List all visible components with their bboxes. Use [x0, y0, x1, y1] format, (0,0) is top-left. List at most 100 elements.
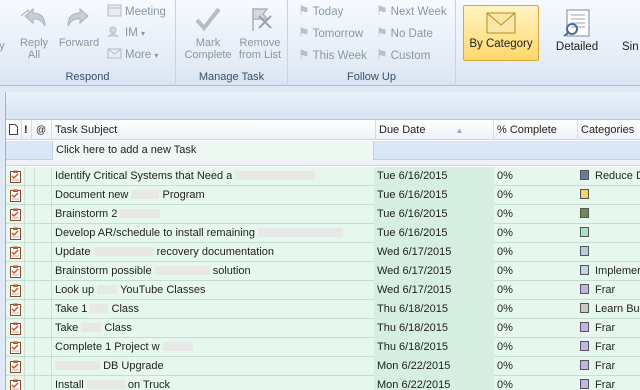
task-category[interactable]: Frar: [580, 376, 640, 390]
task-percent-complete[interactable]: 0%: [497, 205, 577, 224]
task-row[interactable]: Take 1 Class Thu 6/18/2015 0% Learn Bu: [6, 300, 640, 319]
icon-column-header[interactable]: [6, 120, 22, 140]
task-percent-complete[interactable]: 0%: [497, 167, 577, 186]
task-percent-complete[interactable]: 0%: [497, 357, 577, 376]
by-category-view-button[interactable]: By Category: [463, 5, 539, 61]
task-due-date[interactable]: Wed 6/17/2015: [374, 281, 494, 300]
task-row[interactable]: Take Class Thu 6/18/2015 0% Frar: [6, 319, 640, 338]
row-divider: [34, 224, 35, 242]
task-due-date[interactable]: Tue 6/16/2015: [374, 167, 494, 186]
task-percent-complete[interactable]: 0%: [497, 319, 577, 338]
task-subject[interactable]: Brainstorm 2: [55, 205, 373, 224]
task-row[interactable]: Identify Critical Systems that Need a Tu…: [6, 167, 640, 186]
task-category[interactable]: [580, 243, 640, 262]
reply-all-button[interactable]: Reply All: [14, 4, 54, 61]
task-subject[interactable]: Take Class: [55, 319, 373, 338]
task-percent-complete[interactable]: 0%: [497, 262, 577, 281]
task-due-date[interactable]: Tue 6/16/2015: [374, 205, 494, 224]
task-row[interactable]: Look up YouTube Classes Wed 6/17/2015 0%…: [6, 281, 640, 300]
task-due-date[interactable]: Mon 6/22/2015: [374, 357, 494, 376]
task-percent-complete[interactable]: 0%: [497, 338, 577, 357]
remove-from-list-button[interactable]: Remove from List: [234, 4, 286, 61]
task-due-date[interactable]: Thu 6/18/2015: [374, 338, 494, 357]
task-category[interactable]: Frar: [580, 357, 640, 376]
task-row[interactable]: Complete 1 Project w Thu 6/18/2015 0% Fr…: [6, 338, 640, 357]
row-divider: [34, 205, 35, 223]
task-category[interactable]: Learn Bu: [580, 300, 640, 319]
detailed-view-button[interactable]: Detailed: [548, 5, 606, 53]
task-category[interactable]: [580, 205, 640, 224]
meeting-button[interactable]: Meeting: [107, 2, 166, 22]
forward-button[interactable]: Forward: [56, 4, 102, 49]
task-due-date[interactable]: Thu 6/18/2015: [374, 319, 494, 338]
importance-column-header[interactable]: !: [22, 120, 32, 140]
task-subject[interactable]: Take 1 Class: [55, 300, 373, 319]
task-subject-column-header[interactable]: Task Subject: [52, 120, 376, 140]
custom-flag-button[interactable]: ⚑ Custom: [376, 45, 430, 65]
task-due-date[interactable]: Tue 6/16/2015: [374, 224, 494, 243]
today-flag-button[interactable]: ⚑ Today: [298, 1, 343, 21]
task-row[interactable]: Document new Program Tue 6/16/2015 0%: [6, 186, 640, 205]
respond-group-label: Respond: [65, 71, 110, 83]
row-divider: [24, 319, 25, 337]
attachment-column-header[interactable]: @: [32, 120, 52, 140]
task-percent-complete[interactable]: 0%: [497, 224, 577, 243]
percent-complete-column-header[interactable]: % Complete: [494, 120, 578, 140]
task-row[interactable]: Brainstorm 2 Tue 6/16/2015 0%: [6, 205, 640, 224]
task-category[interactable]: Frar: [580, 319, 640, 338]
task-subject[interactable]: Install on Truck: [55, 376, 373, 390]
redacted-text: [258, 228, 344, 237]
task-percent-complete[interactable]: 0%: [497, 281, 577, 300]
task-due-date[interactable]: Wed 6/17/2015: [374, 243, 494, 262]
task-category[interactable]: Frar: [580, 338, 640, 357]
task-subject[interactable]: Brainstorm possible solution: [55, 262, 373, 281]
task-category[interactable]: [580, 186, 640, 205]
task-due-date[interactable]: Mon 6/22/2015: [374, 376, 494, 390]
task-due-date[interactable]: Thu 6/18/2015: [374, 300, 494, 319]
im-button[interactable]: IM ▾: [107, 23, 145, 43]
mark-complete-button[interactable]: Mark Complete: [180, 4, 236, 61]
reply-button-partial[interactable]: y: [0, 40, 8, 52]
task-row[interactable]: Develop AR/schedule to install remaining…: [6, 224, 640, 243]
task-category[interactable]: Frar: [580, 281, 640, 300]
next-week-flag-button[interactable]: ⚑ Next Week: [376, 1, 447, 21]
task-percent-complete[interactable]: 0%: [497, 243, 577, 262]
more-button[interactable]: More ▾: [107, 45, 158, 65]
task-category[interactable]: [580, 224, 640, 243]
task-percent-complete[interactable]: 0%: [497, 300, 577, 319]
new-task-input[interactable]: Click here to add a new Task: [52, 141, 374, 160]
task-category-label: Frar: [595, 284, 616, 296]
task-percent-complete[interactable]: 0%: [497, 186, 577, 205]
task-category[interactable]: Implemer: [580, 262, 640, 281]
task-due-date[interactable]: Wed 6/17/2015: [374, 262, 494, 281]
task-percent-complete[interactable]: 0%: [497, 376, 577, 390]
task-subject[interactable]: Develop AR/schedule to install remaining: [55, 224, 373, 243]
task-subject[interactable]: Look up YouTube Classes: [55, 281, 373, 300]
tomorrow-flag-button[interactable]: ⚑ Tomorrow: [298, 23, 363, 43]
no-date-flag-button[interactable]: ⚑ No Date: [376, 23, 433, 43]
task-subject[interactable]: Update recovery documentation: [55, 243, 373, 262]
this-week-flag-button[interactable]: ⚑ This Week: [298, 45, 367, 65]
task-subject-text: Look up: [55, 284, 95, 296]
task-subject[interactable]: Complete 1 Project w: [55, 338, 373, 357]
task-subject[interactable]: DB Upgrade: [55, 357, 373, 376]
row-divider: [51, 357, 52, 375]
task-row[interactable]: DB Upgrade Mon 6/22/2015 0% Frar: [6, 357, 640, 376]
row-divider: [51, 300, 52, 318]
simple-list-view-button[interactable]: Sin: [622, 41, 640, 53]
task-subject[interactable]: Identify Critical Systems that Need a: [55, 167, 373, 186]
custom-label: Custom: [390, 50, 431, 62]
task-row[interactable]: Update recovery documentation Wed 6/17/2…: [6, 243, 640, 262]
row-divider: [24, 281, 25, 299]
new-task-row[interactable]: Click here to add a new Task: [6, 141, 640, 160]
category-color-swatch: [580, 360, 589, 370]
categories-column-header[interactable]: Categories: [578, 120, 640, 140]
task-row[interactable]: Brainstorm possible solution Wed 6/17/20…: [6, 262, 640, 281]
task-row[interactable]: Install on Truck Mon 6/22/2015 0% Frar: [6, 376, 640, 390]
reply-all-label-1: Reply: [19, 37, 49, 49]
task-due-date[interactable]: Tue 6/16/2015: [374, 186, 494, 205]
due-date-column-header[interactable]: Due Date ▲: [376, 120, 494, 140]
task-subject[interactable]: Document new Program: [55, 186, 373, 205]
flag-icon: ⚑: [376, 3, 388, 18]
task-category[interactable]: Reduce D: [580, 167, 640, 186]
